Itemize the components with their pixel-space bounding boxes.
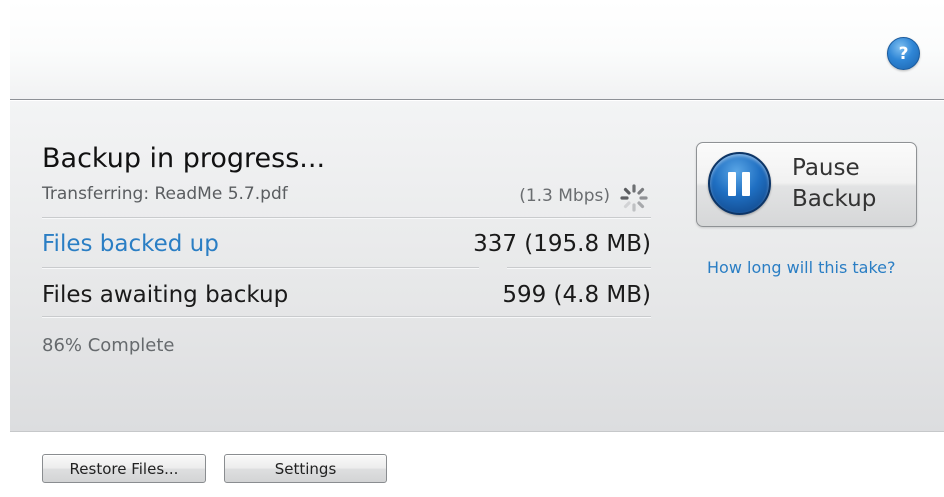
backup-window: ? Backup in progress... Transferring: Re… [0,0,944,497]
help-icon[interactable]: ? [887,37,920,70]
spinner-icon [620,184,648,212]
files-awaiting-label: Files awaiting backup [42,282,289,308]
divider [42,316,651,317]
restore-files-button[interactable]: Restore Files... [42,454,206,483]
files-backed-up-link[interactable]: Files backed up [42,231,219,257]
pause-icon [708,152,771,215]
how-long-link[interactable]: How long will this take? [707,258,896,277]
pause-backup-button[interactable]: Pause Backup [696,142,917,227]
divider [507,267,651,268]
divider [42,217,651,218]
transfer-rate: (1.3 Mbps) [519,186,610,206]
divider [42,267,479,268]
current-transfer-file: Transferring: ReadMe 5.7.pdf [42,184,288,204]
files-backed-up-value: 337 (195.8 MB) [473,231,651,257]
settings-button[interactable]: Settings [224,454,387,483]
pause-label-line2: Backup [792,186,877,212]
toolbar-band [10,0,944,100]
progress-complete-text: 86% Complete [42,335,175,356]
backup-status-title: Backup in progress... [42,143,326,174]
pause-button-label: Pause Backup [792,153,907,215]
pause-label-line1: Pause [792,155,860,181]
files-awaiting-value: 599 (4.8 MB) [502,282,651,308]
